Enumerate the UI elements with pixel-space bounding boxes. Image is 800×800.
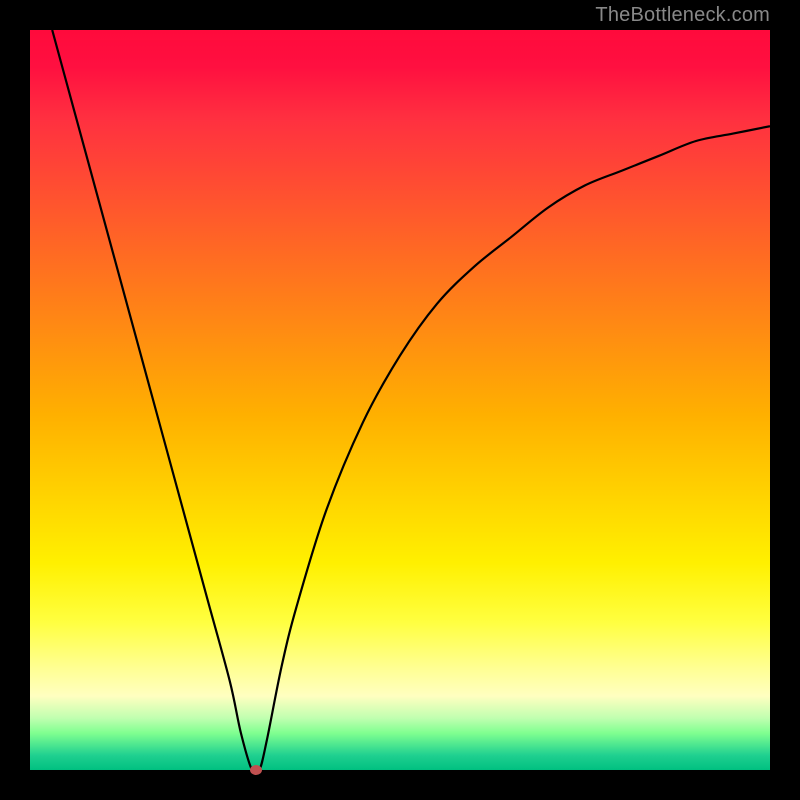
watermark-text: TheBottleneck.com [595,4,770,27]
bottleneck-curve [30,30,770,770]
optimal-point-marker [250,765,262,775]
chart-plot-area [30,30,770,770]
